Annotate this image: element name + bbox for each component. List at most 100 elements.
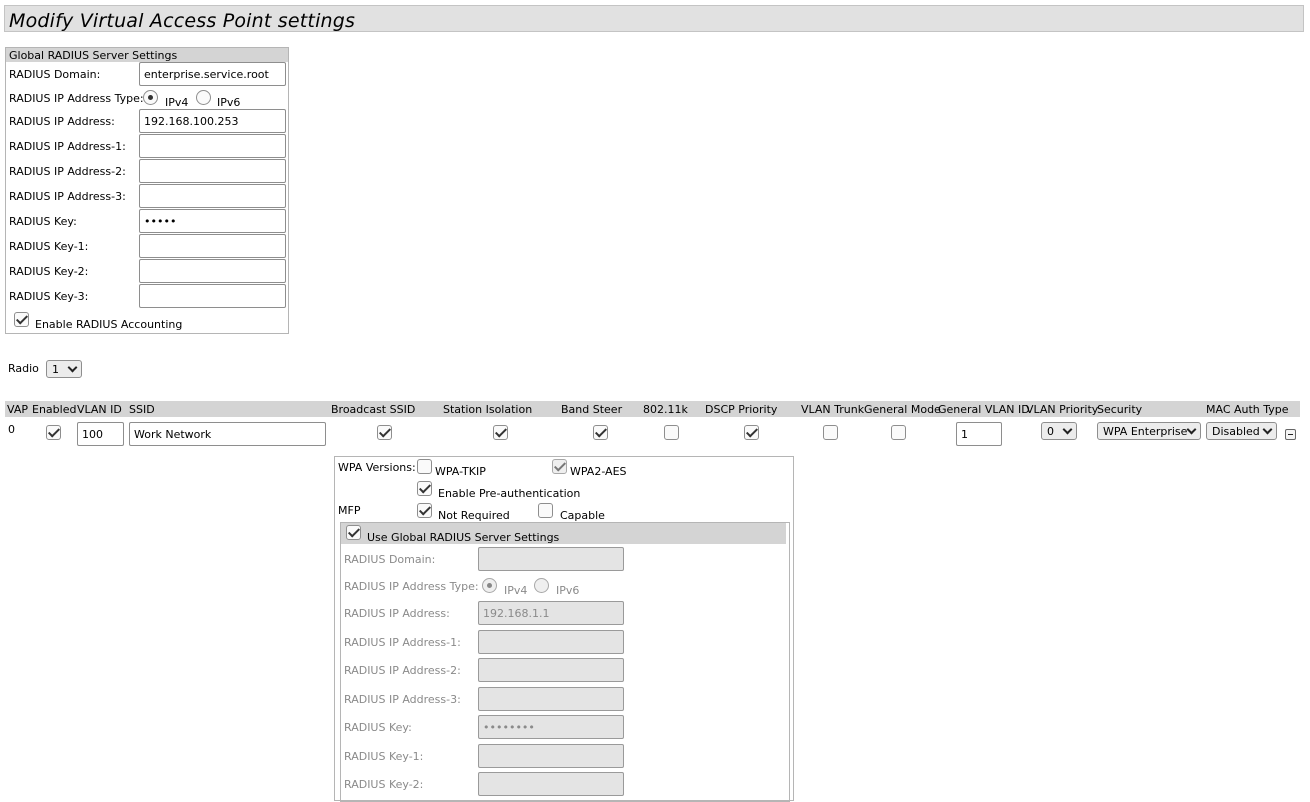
radius-key3-input[interactable] (139, 284, 286, 308)
radius-accounting-label: Enable RADIUS Accounting (35, 318, 183, 331)
global-radius-legend: Global RADIUS Server Settings (6, 48, 288, 62)
radius-ip-type-label: RADIUS IP Address Type: (9, 92, 144, 105)
page-title-bar: Modify Virtual Access Point settings (4, 5, 1304, 32)
page-title: Modify Virtual Access Point settings (9, 10, 356, 32)
radius-domain-label: RADIUS Domain: (9, 68, 101, 81)
vlan-id-input[interactable]: 100 (77, 422, 124, 446)
chevron-down-icon (1186, 424, 1197, 435)
radius-domain-input[interactable]: enterprise.service.root (139, 62, 286, 86)
wpa2-aes-checkbox[interactable] (552, 459, 567, 474)
vap-radius-domain-label: RADIUS Domain: (344, 553, 436, 566)
radius-ip2-input[interactable] (139, 159, 286, 183)
radius-ip2-label: RADIUS IP Address-2: (9, 165, 126, 178)
col-vlan-trunk: VLAN Trunk (801, 403, 865, 416)
vap-radius-ipv4-radio[interactable] (482, 578, 497, 593)
ssid-input[interactable]: Work Network (129, 422, 326, 446)
radius-accounting-checkbox[interactable] (14, 312, 29, 327)
mfp-label: MFP (338, 504, 361, 517)
use-global-radius-checkbox[interactable] (346, 525, 361, 540)
chevron-down-icon (67, 362, 78, 373)
radius-key2-input[interactable] (139, 259, 286, 283)
vap-radius-key2-input[interactable] (478, 772, 624, 796)
dscp-priority-checkbox[interactable] (744, 425, 759, 440)
wpa-tkip-label: WPA-TKIP (435, 465, 486, 478)
global-radius-legend-text: Global RADIUS Server Settings (9, 49, 178, 62)
security-select[interactable]: WPA Enterprise (1097, 422, 1201, 440)
col-vap: VAP (7, 403, 28, 416)
station-isolation-checkbox[interactable] (493, 425, 508, 440)
80211k-checkbox[interactable] (664, 425, 679, 440)
vap-radius-ip1-label: RADIUS IP Address-1: (344, 636, 461, 649)
vap-number: 0 (8, 423, 15, 436)
radius-ip1-label: RADIUS IP Address-1: (9, 140, 126, 153)
radio-select-value: 1 (52, 363, 59, 376)
vap-radius-ip2-label: RADIUS IP Address-2: (344, 664, 461, 677)
radius-ip1-input[interactable] (139, 134, 286, 158)
radius-ipv6-label: IPv6 (217, 96, 241, 109)
col-80211k: 802.11k (643, 403, 688, 416)
vap-radius-key-input[interactable]: •••••••• (478, 715, 624, 739)
radius-key3-label: RADIUS Key-3: (9, 290, 89, 303)
mfp-capable-label: Capable (560, 509, 605, 522)
vlan-priority-value: 0 (1047, 425, 1054, 438)
col-enabled: Enabled (32, 403, 77, 416)
broadcast-ssid-checkbox[interactable] (377, 425, 392, 440)
radius-ip3-label: RADIUS IP Address-3: (9, 190, 126, 203)
vap-enabled-checkbox[interactable] (46, 425, 61, 440)
radius-ipv6-radio[interactable] (196, 90, 211, 105)
radio-label: Radio (8, 362, 39, 375)
mac-auth-type-select[interactable]: Disabled (1206, 422, 1277, 440)
col-ssid: SSID (129, 403, 155, 416)
vap-radius-key1-label: RADIUS Key-1: (344, 750, 424, 763)
general-vlan-id-input[interactable]: 1 (956, 422, 1002, 446)
general-mode-checkbox[interactable] (891, 425, 906, 440)
vlan-trunk-checkbox[interactable] (823, 425, 838, 440)
col-mac-auth-type: MAC Auth Type (1206, 403, 1289, 416)
chevron-down-icon (1262, 424, 1273, 435)
wpa2-aes-label: WPA2-AES (570, 465, 627, 478)
col-security: Security (1097, 403, 1143, 416)
mfp-capable-checkbox[interactable] (538, 503, 553, 518)
radius-ipv4-radio[interactable] (143, 90, 158, 105)
radius-ip3-input[interactable] (139, 184, 286, 208)
vap-radius-ipv6-label: IPv6 (556, 584, 580, 597)
vap-radius-ip3-label: RADIUS IP Address-3: (344, 693, 461, 706)
vap-radius-ip-type-label: RADIUS IP Address Type: (344, 580, 479, 593)
radio-select[interactable]: 1 (46, 360, 82, 378)
vap-radius-ip1-input[interactable] (478, 630, 624, 654)
radius-key-label: RADIUS Key: (9, 215, 77, 228)
vap-radius-ipv4-label: IPv4 (504, 584, 528, 597)
col-general-vlan-id: General VLAN ID (938, 403, 1030, 416)
wpa-tkip-checkbox[interactable] (417, 459, 432, 474)
preauth-checkbox[interactable] (417, 481, 432, 496)
radius-ip-label: RADIUS IP Address: (9, 115, 115, 128)
radius-ipv4-label: IPv4 (165, 96, 189, 109)
radius-key1-input[interactable] (139, 234, 286, 258)
col-station-isolation: Station Isolation (443, 403, 533, 416)
use-global-radius-label: Use Global RADIUS Server Settings (367, 531, 560, 544)
vap-radius-domain-input[interactable] (478, 547, 624, 571)
security-value: WPA Enterprise (1103, 425, 1188, 438)
vap-radius-key2-label: RADIUS Key-2: (344, 778, 424, 791)
vap-radius-ip3-input[interactable] (478, 687, 624, 711)
radius-ip-input[interactable]: 192.168.100.253 (139, 109, 286, 133)
collapse-minus-icon[interactable] (1285, 429, 1296, 440)
vlan-priority-select[interactable]: 0 (1041, 422, 1077, 440)
vap-radius-key-label: RADIUS Key: (344, 721, 412, 734)
vap-radius-ipv6-radio[interactable] (534, 578, 549, 593)
col-broadcast-ssid: Broadcast SSID (331, 403, 416, 416)
col-vlan-id: VLAN ID (77, 403, 122, 416)
vap-radius-ip-label: RADIUS IP Address: (344, 607, 450, 620)
mfp-not-required-label: Not Required (438, 509, 510, 522)
preauth-label: Enable Pre-authentication (438, 487, 581, 500)
radius-key1-label: RADIUS Key-1: (9, 240, 89, 253)
wpa-versions-label: WPA Versions: (338, 461, 416, 474)
vap-radius-ip2-input[interactable] (478, 658, 624, 682)
band-steer-checkbox[interactable] (593, 425, 608, 440)
radius-key-input[interactable]: ••••• (139, 209, 286, 233)
col-dscp-priority: DSCP Priority (705, 403, 778, 416)
mfp-not-required-checkbox[interactable] (417, 503, 432, 518)
mac-auth-type-value: Disabled (1212, 425, 1260, 438)
vap-radius-ip-input[interactable]: 192.168.1.1 (478, 601, 624, 625)
vap-radius-key1-input[interactable] (478, 744, 624, 768)
